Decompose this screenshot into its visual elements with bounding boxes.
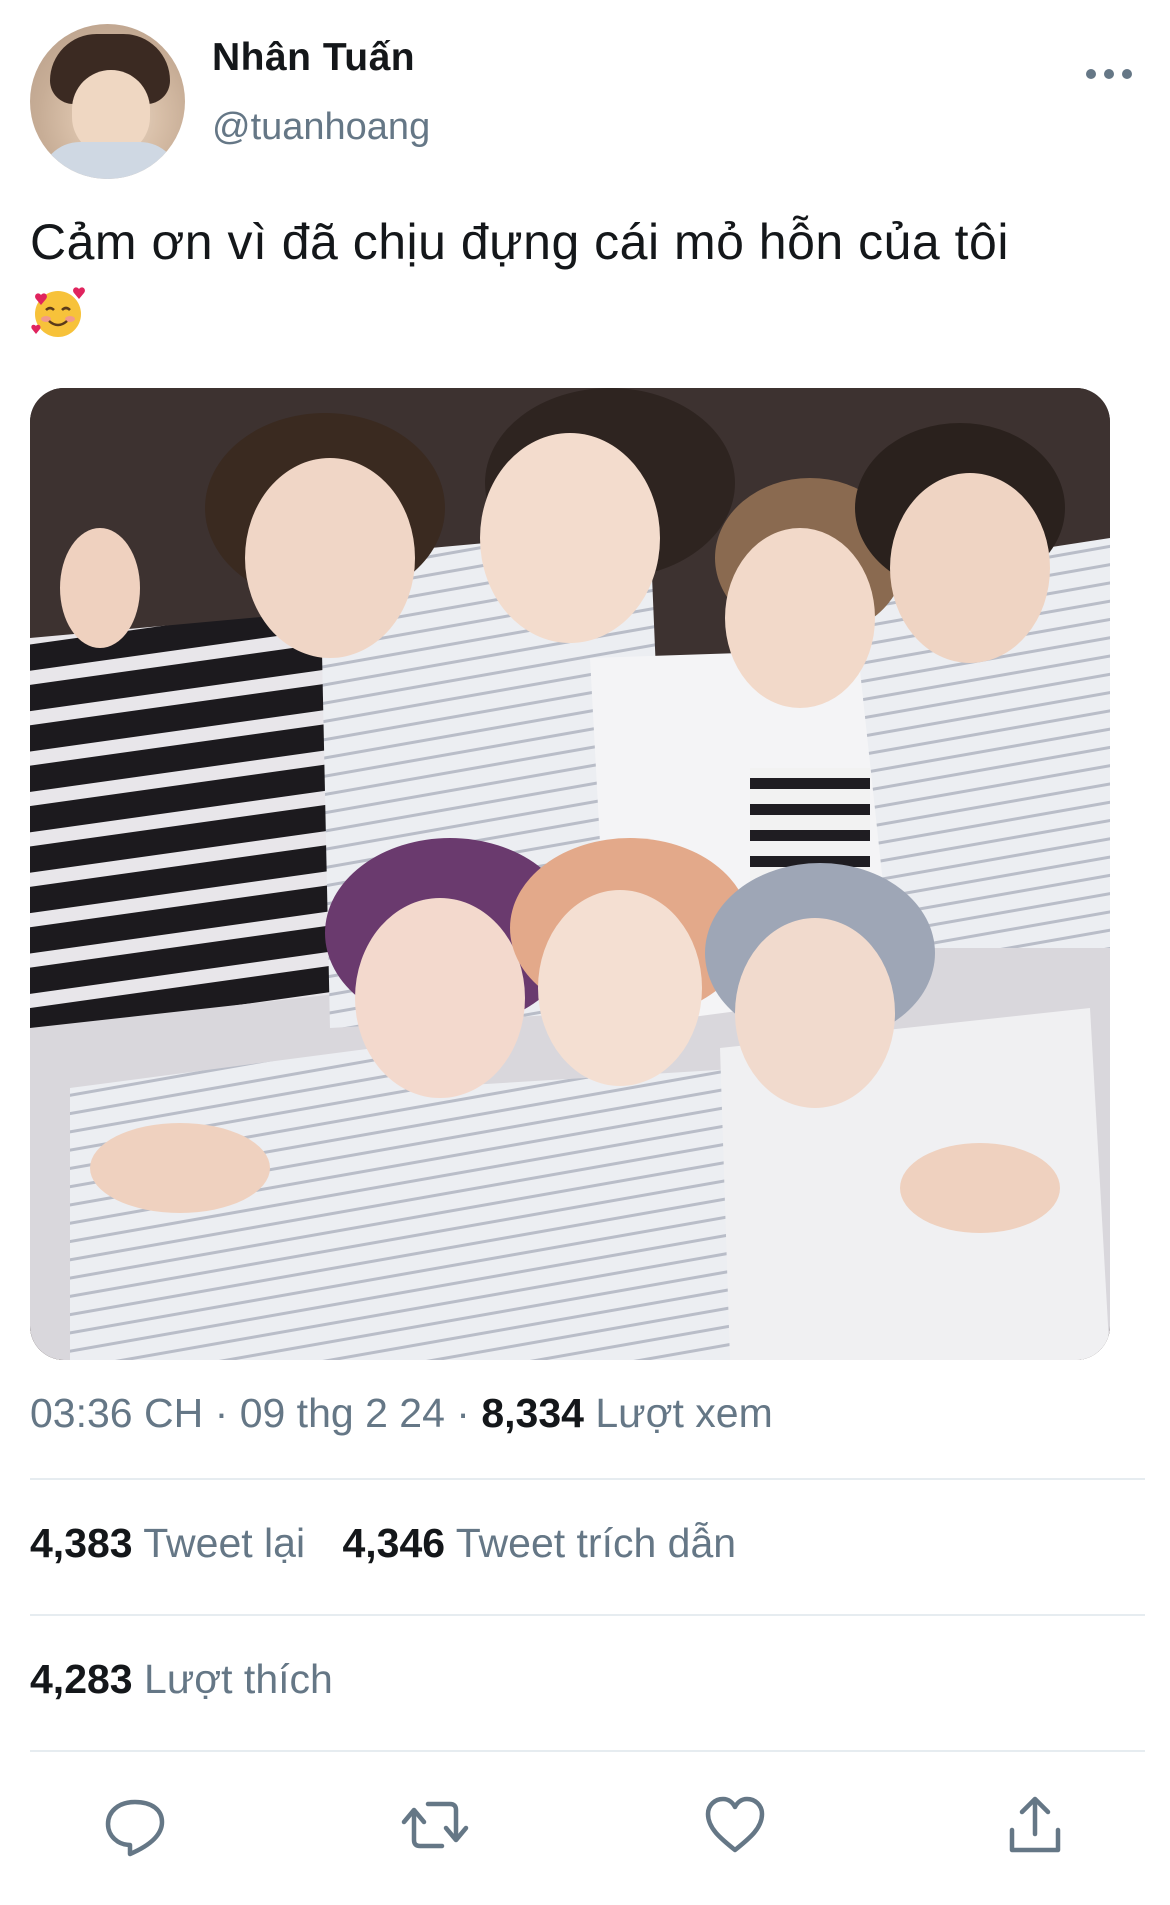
- meta-separator: ·: [214, 1390, 229, 1436]
- avatar-shirt: [40, 142, 180, 179]
- retweets-stat[interactable]: 4,383 Tweet lại: [30, 1520, 316, 1566]
- views-label: Lượt xem: [595, 1390, 773, 1436]
- smiling-face-with-hearts-emoji: [31, 287, 85, 337]
- share-button[interactable]: [1000, 1790, 1070, 1860]
- like-button[interactable]: [700, 1790, 770, 1860]
- more-options-button[interactable]: [1082, 56, 1136, 92]
- divider: [30, 1614, 1145, 1616]
- views-count: 8,334: [481, 1390, 584, 1436]
- retweets-label: Tweet lại: [143, 1520, 306, 1566]
- meta-separator: ·: [456, 1390, 470, 1436]
- tweet-text: Cảm ơn vì đã chịu đựng cái mỏ hỗn của tô…: [30, 214, 1009, 270]
- likes-count: 4,283: [30, 1656, 133, 1702]
- divider: [30, 1750, 1145, 1752]
- stats-row-likes: 4,283 Lượt thích: [30, 1656, 333, 1703]
- reply-button[interactable]: [100, 1790, 170, 1860]
- more-horizontal-icon: [1086, 69, 1132, 79]
- quotes-stat[interactable]: 4,346 Tweet trích dẫn: [342, 1520, 736, 1566]
- retweet-button[interactable]: [400, 1790, 470, 1860]
- tweet-time: 03:36 CH: [30, 1390, 204, 1436]
- share-icon: [1009, 1796, 1061, 1853]
- display-name[interactable]: Nhân Tuấn: [212, 36, 415, 80]
- quotes-count: 4,346: [342, 1520, 446, 1566]
- reply-icon: [105, 1799, 165, 1857]
- tweet-meta: 03:36 CH · 09 thg 2 24 · 8,334 Lượt xem: [30, 1390, 773, 1437]
- avatar[interactable]: [30, 24, 185, 179]
- retweet-icon: [401, 1801, 469, 1849]
- action-bar: [0, 1780, 1170, 1870]
- quotes-label: Tweet trích dẫn: [455, 1520, 737, 1566]
- divider: [30, 1478, 1145, 1480]
- likes-label: Lượt thích: [144, 1656, 333, 1702]
- stats-row-retweets: 4,383 Tweet lại 4,346 Tweet trích dẫn: [30, 1520, 736, 1567]
- retweets-count: 4,383: [30, 1520, 133, 1566]
- likes-stat[interactable]: 4,283 Lượt thích: [30, 1656, 333, 1702]
- heart-icon: [705, 1796, 765, 1853]
- tweet-date: 09 thg 2 24: [239, 1390, 445, 1436]
- tweet-photo[interactable]: [30, 388, 1110, 1360]
- group-photo-illustration: [30, 388, 1110, 1360]
- user-handle[interactable]: @tuanhoang: [212, 106, 430, 149]
- tweet-detail: Nhân Tuấn @tuanhoang Cảm ơn vì đã chịu đ…: [0, 0, 1170, 1905]
